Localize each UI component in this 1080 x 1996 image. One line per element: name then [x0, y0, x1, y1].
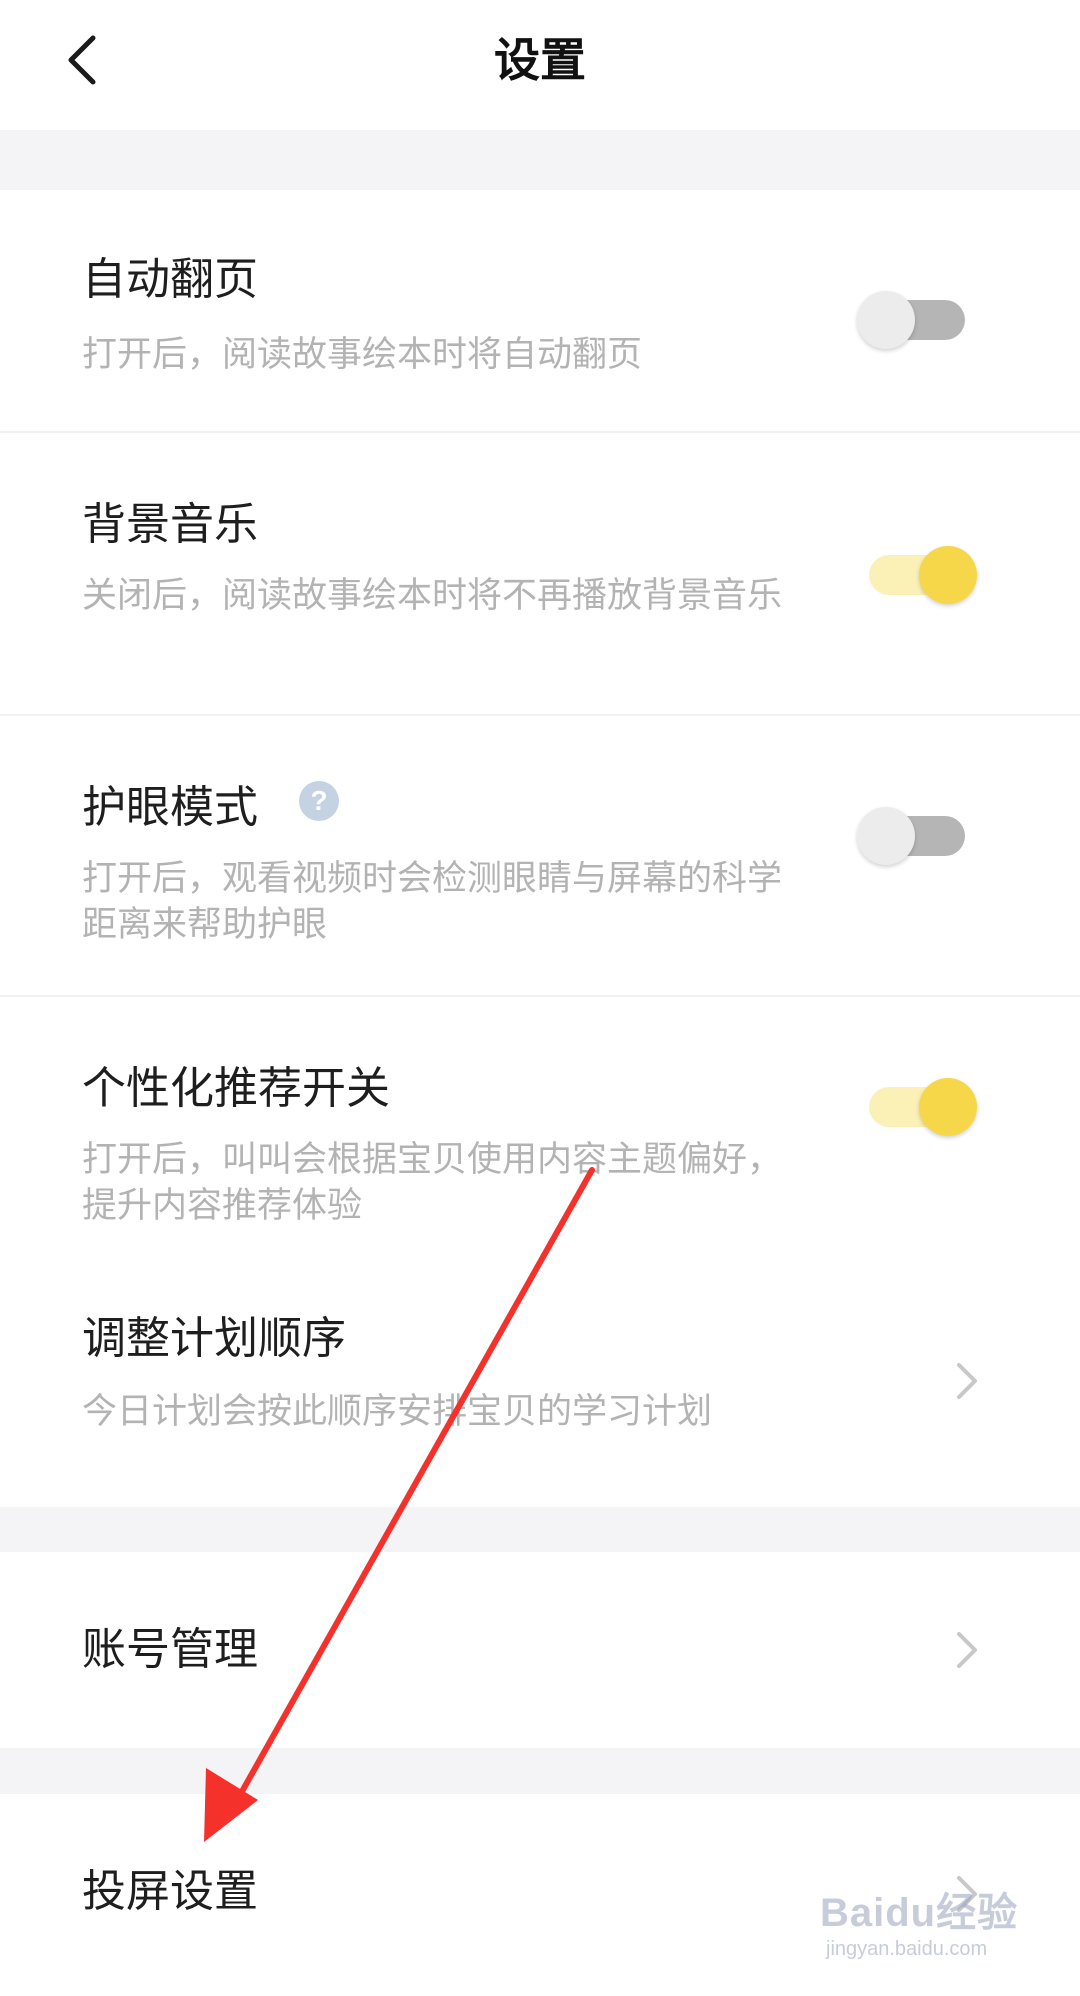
setting-description: 打开后，叫叫会根据宝贝使用内容主题偏好，提升内容推荐体验	[82, 1140, 783, 1226]
top-bar: 设置	[0, 0, 1080, 130]
svg-text:?: ?	[310, 785, 327, 816]
setting-description: 今日计划会按此顺序安排宝贝的学习计划	[82, 1392, 713, 1432]
setting-title: 自动翻页	[82, 254, 258, 305]
setting-description: 打开后，阅读故事绘本时将自动翻页	[82, 335, 643, 375]
setting-title: 个性化推荐开关	[82, 1063, 390, 1114]
setting-description: 关闭后，阅读故事绘本时将不再播放背景音乐	[82, 576, 783, 616]
setting-title: 背景音乐	[82, 499, 258, 550]
chevron-right-icon	[949, 1359, 985, 1403]
setting-row-personalized: 个性化推荐开关 打开后，叫叫会根据宝贝使用内容主题偏好，提升内容推荐体验	[0, 997, 1080, 1259]
setting-title: 调整计划顺序	[82, 1313, 346, 1364]
watermark-brand: Baidu经验	[820, 1891, 1019, 1935]
setting-description: 打开后，观看视频时会检测眼睛与屏幕的科学距离来帮助护眼	[82, 859, 783, 945]
setting-row-plan-order[interactable]: 调整计划顺序 今日计划会按此顺序安排宝贝的学习计划	[0, 1259, 1080, 1507]
page-title: 设置	[494, 33, 586, 87]
toggle-knob	[919, 546, 977, 604]
account-section: 账号管理	[0, 1552, 1080, 1748]
toggle-knob	[919, 1078, 977, 1136]
settings-section: 自动翻页 打开后，阅读故事绘本时将自动翻页 背景音乐 关闭后，阅读故事绘本时将不…	[0, 190, 1080, 1507]
setting-row-bg-music: 背景音乐 关闭后，阅读故事绘本时将不再播放背景音乐	[0, 433, 1080, 716]
baidu-watermark: Baidu经验 jingyan.baidu.com	[820, 1880, 1040, 1970]
setting-row-eye-care: 护眼模式 ? 打开后，观看视频时会检测眼睛与屏幕的科学距离来帮助护眼	[0, 716, 1080, 997]
setting-title: 护眼模式	[82, 782, 258, 833]
chevron-right-icon	[949, 1628, 985, 1672]
eye-care-toggle[interactable]	[857, 807, 965, 865]
auto-page-toggle[interactable]	[857, 291, 965, 349]
setting-title: 投屏设置	[82, 1866, 258, 1917]
bg-music-toggle[interactable]	[869, 546, 977, 604]
personalized-toggle[interactable]	[869, 1078, 977, 1136]
toggle-knob	[857, 807, 915, 865]
watermark-url: jingyan.baidu.com	[826, 1938, 988, 1960]
toggle-knob	[857, 291, 915, 349]
account-management-row[interactable]: 账号管理	[0, 1552, 1080, 1748]
setting-row-auto-page: 自动翻页 打开后，阅读故事绘本时将自动翻页	[0, 190, 1080, 433]
setting-title: 账号管理	[82, 1624, 258, 1675]
question-circle-icon[interactable]: ?	[298, 780, 340, 822]
